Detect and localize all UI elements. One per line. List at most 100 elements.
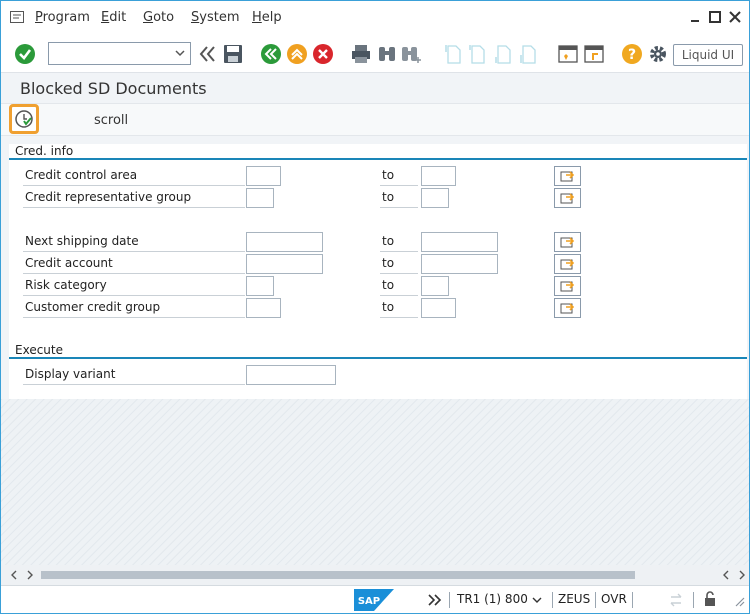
help-icon[interactable]: ?	[621, 43, 643, 65]
to-label: to	[380, 232, 418, 252]
last-page-icon[interactable]	[517, 43, 539, 65]
credit-representative-group-to-input[interactable]	[421, 188, 449, 208]
credit-account-to-input[interactable]	[421, 254, 498, 274]
to-label: to	[380, 276, 418, 296]
server-name: ZEUS	[558, 592, 591, 606]
first-page-icon[interactable]	[442, 43, 464, 65]
risk-category-label: Risk category	[23, 276, 245, 296]
multiple-selection-icon	[560, 171, 575, 182]
risk-category-to-input[interactable]	[421, 276, 449, 296]
cred-info-group-header: Cred. info	[9, 144, 747, 160]
chevron-down-icon[interactable]	[532, 595, 542, 605]
lock-icon	[705, 591, 715, 606]
multiple-selection-icon	[560, 259, 575, 270]
page-title: Blocked SD Documents	[20, 79, 207, 98]
credit-representative-group-label: Credit representative group	[23, 188, 245, 208]
sap-window: Program Edit Goto System Help ? Liquid U…	[0, 0, 750, 614]
save-icon[interactable]	[222, 43, 244, 65]
svg-text:?: ?	[628, 47, 636, 63]
scrollbar-thumb[interactable]	[41, 571, 635, 579]
find-icon[interactable]	[376, 43, 398, 65]
multiple-selection-button[interactable]	[554, 232, 581, 252]
scroll-button[interactable]: scroll	[94, 113, 128, 128]
scroll-left-end-icon[interactable]	[721, 570, 731, 580]
find-next-icon[interactable]	[400, 43, 422, 65]
customer-credit-group-from-input[interactable]	[246, 298, 281, 318]
customer-credit-group-to-input[interactable]	[421, 298, 456, 318]
execute-button[interactable]	[9, 104, 39, 134]
double-chevron-left-icon[interactable]	[197, 43, 219, 65]
resize-grip-icon[interactable]	[731, 593, 745, 607]
scroll-left-icon[interactable]	[9, 570, 19, 580]
close-icon[interactable]	[728, 10, 742, 24]
command-field[interactable]	[48, 42, 191, 65]
menu-goto[interactable]: Goto	[143, 10, 174, 25]
credit-account-from-input[interactable]	[246, 254, 323, 274]
gear-icon[interactable]	[647, 43, 669, 65]
status-separator	[552, 592, 553, 608]
status-separator	[693, 592, 694, 608]
menu-edit[interactable]: Edit	[101, 10, 126, 25]
maximize-icon[interactable]	[708, 10, 722, 24]
multiple-selection-button[interactable]	[554, 298, 581, 318]
generate-shortcut-icon[interactable]	[583, 43, 605, 65]
back-icon[interactable]	[260, 43, 282, 65]
status-separator	[449, 592, 450, 608]
sap-logo: SAP	[354, 589, 394, 611]
chevron-down-icon[interactable]	[174, 46, 186, 60]
multiple-selection-button[interactable]	[554, 254, 581, 274]
title-bar: Blocked SD Documents	[1, 73, 749, 103]
to-label: to	[380, 298, 418, 318]
cancel-icon[interactable]	[312, 43, 334, 65]
multiple-selection-button[interactable]	[554, 188, 581, 208]
menu-help[interactable]: Help	[252, 10, 282, 25]
execute-group-title: Execute	[15, 343, 63, 357]
credit-representative-group-from-input[interactable]	[246, 188, 274, 208]
horizontal-scrollbar[interactable]	[1, 565, 749, 585]
menu-system[interactable]: System	[191, 10, 240, 25]
status-separator	[632, 592, 633, 608]
execute-clock-icon	[15, 110, 33, 128]
selection-screen: Cred. info Credit control area to Credit…	[9, 144, 747, 399]
execute-group-header: Execute	[9, 343, 747, 359]
scroll-right-end-icon[interactable]	[737, 570, 747, 580]
multiple-selection-icon	[560, 281, 575, 292]
system-info: TR1 (1) 800	[457, 592, 528, 606]
risk-category-from-input[interactable]	[246, 276, 274, 296]
application-toolbar: scroll	[1, 103, 749, 136]
display-variant-input[interactable]	[246, 365, 336, 385]
status-bar: SAP TR1 (1) 800 ZEUS OVR	[1, 585, 749, 613]
credit-account-label: Credit account	[23, 254, 245, 274]
previous-page-icon[interactable]	[466, 43, 488, 65]
display-variant-label: Display variant	[23, 365, 245, 385]
next-shipping-date-to-input[interactable]	[421, 232, 498, 252]
menu-bar: Program Edit Goto System Help	[1, 1, 749, 35]
connection-icon	[670, 593, 682, 607]
create-session-icon[interactable]	[557, 43, 579, 65]
to-label: to	[380, 188, 418, 208]
liquid-ui-button[interactable]: Liquid UI	[673, 44, 743, 66]
command-input[interactable]	[52, 43, 172, 62]
credit-control-area-from-input[interactable]	[246, 166, 281, 186]
menu-program[interactable]: Program	[35, 10, 90, 25]
next-page-icon[interactable]	[492, 43, 514, 65]
multiple-selection-button[interactable]	[554, 276, 581, 296]
standard-toolbar: ? Liquid UI	[1, 35, 749, 73]
scroll-right-icon[interactable]	[25, 570, 35, 580]
empty-area-background	[1, 399, 749, 565]
status-separator	[595, 592, 596, 608]
multiple-selection-button[interactable]	[554, 166, 581, 186]
insert-mode[interactable]: OVR	[601, 592, 627, 606]
double-chevron-right-icon[interactable]	[427, 593, 443, 607]
next-shipping-date-from-input[interactable]	[246, 232, 323, 252]
system-menu-icon[interactable]	[10, 11, 24, 23]
customer-credit-group-label: Customer credit group	[23, 298, 245, 318]
minimize-icon[interactable]	[688, 10, 702, 24]
svg-text:SAP: SAP	[358, 596, 380, 607]
print-icon[interactable]	[350, 43, 372, 65]
credit-control-area-to-input[interactable]	[421, 166, 456, 186]
exit-icon[interactable]	[286, 43, 308, 65]
enter-icon[interactable]	[14, 43, 36, 65]
multiple-selection-icon	[560, 303, 575, 314]
to-label: to	[380, 166, 418, 186]
